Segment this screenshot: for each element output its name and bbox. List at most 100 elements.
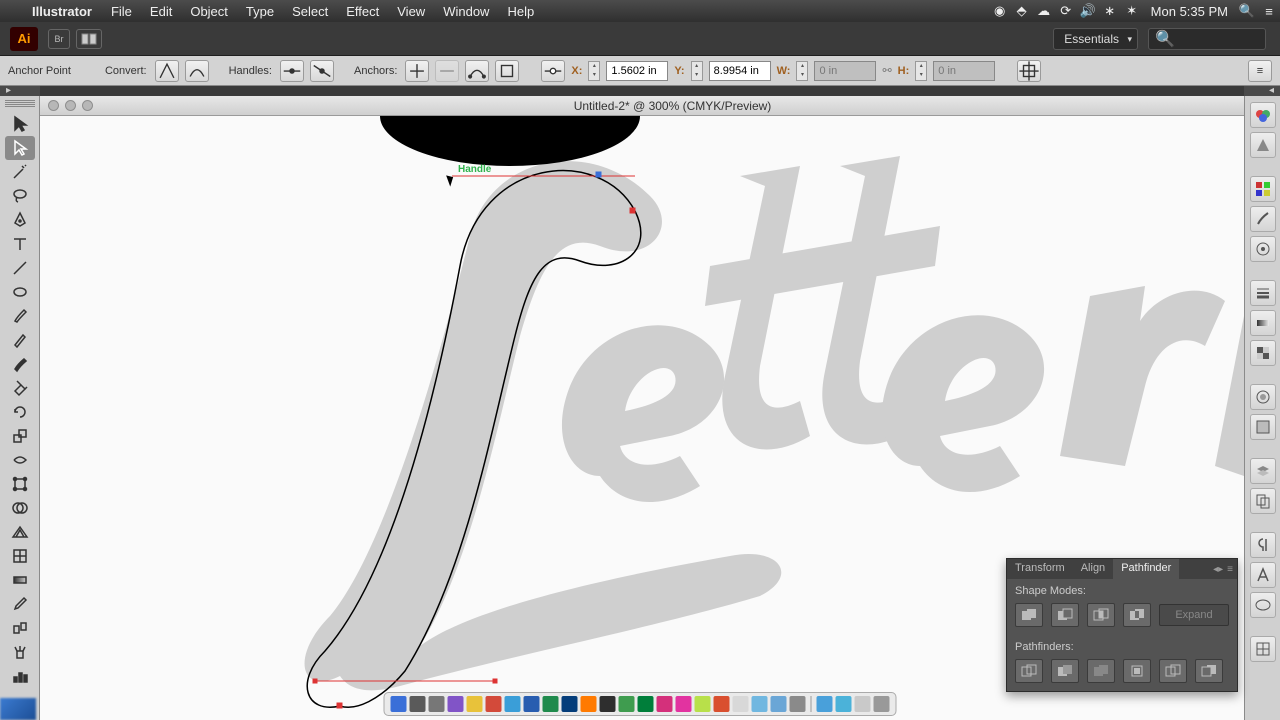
eraser-tool[interactable] [5, 376, 35, 400]
menu-help[interactable]: Help [498, 4, 543, 19]
tab-align[interactable]: Align [1073, 559, 1113, 579]
intersect-button[interactable] [1087, 603, 1115, 627]
exclude-button[interactable] [1123, 603, 1151, 627]
stroke-panel-icon[interactable] [1250, 280, 1276, 306]
align-panel-icon[interactable] [1250, 636, 1276, 662]
line-tool[interactable] [5, 256, 35, 280]
crop-button[interactable] [1123, 659, 1151, 683]
brushes-panel-icon[interactable] [1250, 206, 1276, 232]
mesh-tool[interactable] [5, 544, 35, 568]
minus-back-button[interactable] [1195, 659, 1223, 683]
menu-window[interactable]: Window [434, 4, 498, 19]
zoom-window-button[interactable] [82, 100, 93, 111]
color-guide-panel-icon[interactable] [1250, 132, 1276, 158]
menubar-clock[interactable]: Mon 5:35 PM [1143, 4, 1236, 19]
convert-corner-button[interactable] [155, 60, 179, 82]
pathfinder-panel[interactable]: Transform Align Pathfinder ◂▸ ≡ Shape Mo… [1006, 558, 1238, 692]
panel-collapse-icon[interactable]: ◂▸ [1213, 564, 1223, 575]
app-name[interactable]: Illustrator [22, 4, 102, 19]
isolate-button[interactable] [541, 60, 565, 82]
merge-button[interactable] [1087, 659, 1115, 683]
dock-app-22[interactable] [817, 696, 833, 712]
dock-app-9[interactable] [562, 696, 578, 712]
dock-app-6[interactable] [505, 696, 521, 712]
tab-transform[interactable]: Transform [1007, 559, 1073, 579]
shape-builder-tool[interactable] [5, 496, 35, 520]
minus-front-button[interactable] [1051, 603, 1079, 627]
unite-button[interactable] [1015, 603, 1043, 627]
symbols-panel-icon[interactable] [1250, 236, 1276, 262]
x-stepper[interactable]: ▴▾ [588, 61, 600, 81]
perspective-grid-tool[interactable] [5, 520, 35, 544]
panel-menu-icon[interactable]: ≡ [1227, 564, 1233, 575]
dock-app-18[interactable] [733, 696, 749, 712]
dock-app-2[interactable] [429, 696, 445, 712]
graphic-styles-panel-icon[interactable] [1250, 414, 1276, 440]
dock-app-21[interactable] [790, 696, 806, 712]
tab-pathfinder[interactable]: Pathfinder [1113, 559, 1179, 579]
divide-button[interactable] [1015, 659, 1043, 683]
bluetooth-icon[interactable]: ∗ [1099, 3, 1121, 19]
symbol-sprayer-tool[interactable] [5, 640, 35, 664]
shape-tool[interactable] [5, 280, 35, 304]
connect-anchors-button[interactable] [465, 60, 489, 82]
rotate-tool[interactable] [5, 400, 35, 424]
notifications-icon[interactable]: ≡ [1258, 4, 1280, 19]
dock-app-7[interactable] [524, 696, 540, 712]
dock-app-10[interactable] [581, 696, 597, 712]
h-stepper[interactable]: ▴▾ [915, 61, 927, 81]
magic-wand-tool[interactable] [5, 160, 35, 184]
arrange-documents-button[interactable] [76, 29, 102, 49]
paintbrush-tool[interactable] [5, 304, 35, 328]
menu-effect[interactable]: Effect [337, 4, 388, 19]
trim-button[interactable] [1051, 659, 1079, 683]
dock-app-24[interactable] [855, 696, 871, 712]
cut-path-button[interactable] [495, 60, 519, 82]
cloud-icon[interactable]: ☁ [1033, 3, 1055, 19]
eyedropper-tool[interactable] [5, 592, 35, 616]
show-handles-button[interactable] [280, 60, 304, 82]
outline-button[interactable] [1159, 659, 1187, 683]
dock-app-1[interactable] [410, 696, 426, 712]
dropbox-icon[interactable]: ⬘ [1011, 3, 1033, 19]
dock[interactable] [384, 692, 897, 716]
expand-panels-icon[interactable]: ▸ [6, 85, 11, 96]
menu-edit[interactable]: Edit [141, 4, 181, 19]
appearance-panel-icon[interactable] [1250, 384, 1276, 410]
type-tool[interactable] [5, 232, 35, 256]
selection-tool[interactable] [5, 112, 35, 136]
artboards-panel-icon[interactable] [1250, 488, 1276, 514]
pen-tool[interactable] [5, 208, 35, 232]
volume-icon[interactable]: 🔊 [1077, 3, 1099, 19]
gradient-panel-icon[interactable] [1250, 310, 1276, 336]
wifi-icon[interactable]: ✶ [1121, 3, 1143, 19]
character-panel-icon[interactable] [1250, 562, 1276, 588]
color-panel-icon[interactable] [1250, 102, 1276, 128]
opentype-panel-icon[interactable] [1250, 592, 1276, 618]
paragraph-panel-icon[interactable] [1250, 532, 1276, 558]
workspace-switcher[interactable]: Essentials [1053, 28, 1138, 50]
minimize-window-button[interactable] [65, 100, 76, 111]
menu-type[interactable]: Type [237, 4, 283, 19]
gradient-tool[interactable] [5, 568, 35, 592]
menu-select[interactable]: Select [283, 4, 337, 19]
dock-app-25[interactable] [874, 696, 890, 712]
dock-app-8[interactable] [543, 696, 559, 712]
bridge-button[interactable]: Br [48, 29, 70, 49]
lasso-tool[interactable] [5, 184, 35, 208]
scale-tool[interactable] [5, 424, 35, 448]
convert-smooth-button[interactable] [185, 60, 209, 82]
menu-object[interactable]: Object [181, 4, 237, 19]
sync-icon[interactable]: ⟳ [1055, 3, 1077, 19]
dock-app-11[interactable] [600, 696, 616, 712]
dock-app-3[interactable] [448, 696, 464, 712]
link-wh-icon[interactable]: ⚯ [882, 64, 891, 77]
dock-app-12[interactable] [619, 696, 635, 712]
dock-app-20[interactable] [771, 696, 787, 712]
dock-app-14[interactable] [657, 696, 673, 712]
layers-panel-icon[interactable] [1250, 458, 1276, 484]
spotlight-icon[interactable]: 🔍 [1236, 3, 1258, 19]
swatches-panel-icon[interactable] [1250, 176, 1276, 202]
menu-view[interactable]: View [388, 4, 434, 19]
dock-app-4[interactable] [467, 696, 483, 712]
